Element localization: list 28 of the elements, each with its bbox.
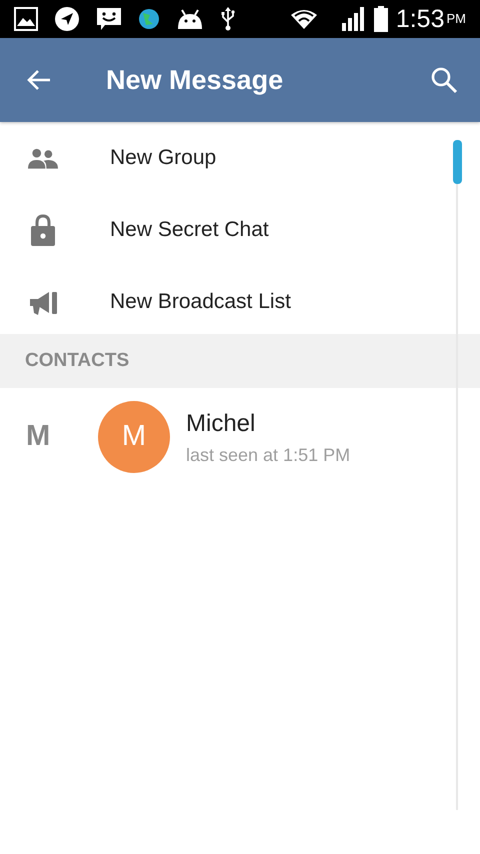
group-icon (28, 148, 58, 168)
section-letter: M (26, 419, 52, 454)
clock-period: PM (446, 10, 466, 28)
lock-icon (30, 214, 56, 246)
chat-face-icon (96, 6, 122, 32)
signal-icon (342, 7, 366, 31)
screen-title: New Message (106, 64, 284, 97)
battery-icon (374, 6, 388, 32)
android-icon (176, 8, 204, 30)
section-header: CONTACTS (0, 334, 480, 388)
scrollbar-thumb[interactable] (453, 140, 462, 184)
globe-icon (138, 8, 160, 30)
menu-item[interactable]: New Secret Chat (0, 194, 480, 266)
clock-time: 1:53 (396, 6, 444, 32)
contact-status: last seen at 1:51 PM (186, 444, 350, 466)
wifi-icon (290, 8, 318, 30)
megaphone-icon (30, 290, 56, 314)
image-icon (14, 7, 38, 31)
menu-item[interactable]: New Group (0, 122, 480, 194)
back-icon (26, 68, 52, 92)
navigation-icon (54, 6, 80, 32)
search-button[interactable] (430, 66, 458, 94)
search-icon (430, 66, 458, 94)
back-button[interactable] (26, 68, 52, 92)
contact-name: Michel (186, 408, 256, 438)
usb-icon (220, 6, 236, 32)
contact-avatar: M (98, 401, 170, 473)
contact-row[interactable]: M M Michel last seen at 1:51 PM (0, 388, 480, 486)
